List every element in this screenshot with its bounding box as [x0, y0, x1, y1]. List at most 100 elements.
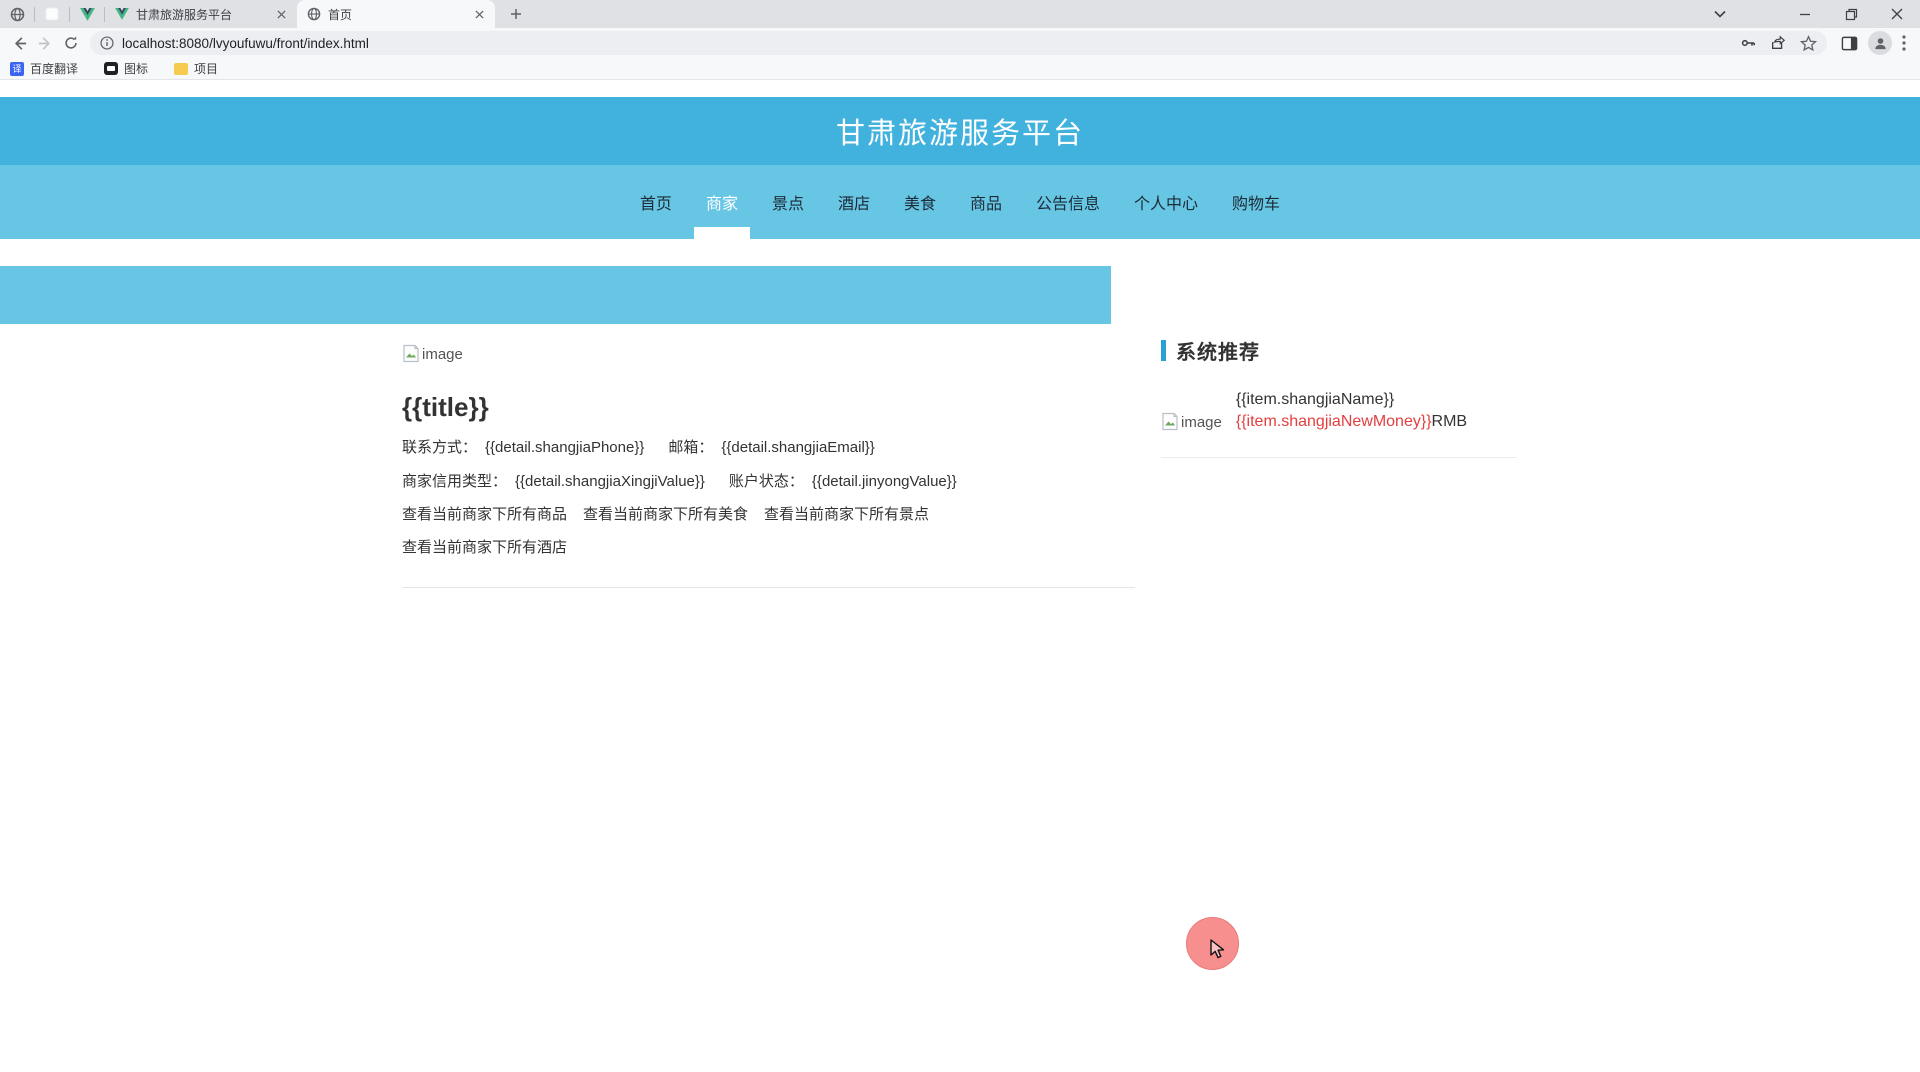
email-value: {{detail.shangjiaEmail}}	[721, 439, 875, 456]
bookmark-baidu-translate[interactable]: 译 百度翻译	[10, 60, 78, 77]
media-icon	[104, 62, 119, 75]
nav-item-hotel[interactable]: 酒店	[821, 165, 887, 239]
recommend-item-price-line: {{item.shangjiaNewMoney}}RMB	[1236, 413, 1467, 431]
tab-close-icon[interactable]	[471, 6, 487, 22]
omnibox-icons	[1740, 34, 1817, 52]
nav-item-cart[interactable]: 购物车	[1215, 165, 1297, 239]
banner-strip	[0, 266, 1111, 324]
pinned-tab-globe[interactable]	[0, 0, 34, 28]
credit-line: 商家信用类型： {{detail.shangjiaXingjiValue}} 账户状…	[402, 470, 1135, 491]
profile-avatar[interactable]	[1868, 31, 1892, 55]
main-navigation: 首页 商家 景点 酒店 美食 商品 公告信息 个人中心 购物车	[0, 165, 1920, 239]
tab-title: 甘肃旅游服务平台	[136, 7, 233, 22]
tab-separator	[69, 6, 70, 22]
merchant-detail-panel: image {{title}} 联系方式： {{detail.shangjiaPh…	[402, 344, 1135, 588]
recommend-item-name[interactable]: {{item.shangjiaName}}	[1236, 391, 1467, 409]
nav-item-profile[interactable]: 个人中心	[1117, 165, 1215, 239]
bookmark-icons[interactable]: 图标	[104, 60, 148, 77]
nav-item-home[interactable]: 首页	[623, 165, 689, 239]
recommend-panel: 系统推荐 image {{item.shangjiaName}} {{item.…	[1161, 336, 1519, 458]
merchant-title-placeholder: {{title}}	[402, 392, 489, 422]
recommend-heading-row: 系统推荐	[1161, 336, 1519, 365]
image-alt-text: image	[422, 346, 463, 363]
content-divider	[402, 587, 1135, 588]
tab-separator	[34, 6, 35, 22]
status-value: {{detail.jinyongValue}}	[811, 473, 957, 490]
tab-search-button[interactable]	[1703, 0, 1737, 28]
link-all-hotels[interactable]: 查看当前商家下所有酒店	[402, 539, 567, 556]
menu-dots-icon[interactable]	[1902, 35, 1906, 51]
bookmark-project[interactable]: 项目	[174, 60, 218, 77]
minimize-button[interactable]	[1782, 0, 1828, 28]
price-placeholder: {{item.shangjiaNewMoney}}	[1235, 413, 1432, 430]
status-label: 账户状态：	[728, 473, 804, 490]
tab-home-active[interactable]: 首页	[297, 0, 495, 28]
recommend-item-texts: {{item.shangjiaName}} {{item.shangjiaNew…	[1236, 391, 1467, 431]
url-text[interactable]: localhost:8080/lvyoufuwu/front/index.htm…	[122, 36, 1732, 51]
bookmark-label: 百度翻译	[30, 62, 79, 76]
new-tab-button[interactable]	[503, 1, 529, 27]
phone-value: {{detail.shangjiaPhone}}	[485, 439, 645, 456]
nav-item-scenic[interactable]: 景点	[755, 165, 821, 239]
password-key-icon[interactable]	[1740, 35, 1756, 51]
tab-gansu-platform[interactable]: 甘肃旅游服务平台	[105, 0, 297, 28]
pinned-tab-blank[interactable]	[35, 0, 69, 28]
address-bar[interactable]: localhost:8080/lvyoufuwu/front/index.htm…	[90, 31, 1827, 55]
image-alt-text: image	[1181, 414, 1222, 431]
blank-page-icon	[45, 7, 59, 21]
recommend-divider	[1161, 457, 1517, 458]
accent-bar	[1161, 340, 1166, 361]
currency-label: RMB	[1431, 413, 1468, 430]
close-window-button[interactable]	[1874, 0, 1920, 28]
nav-item-goods[interactable]: 商品	[953, 165, 1019, 239]
recommend-item[interactable]: image {{item.shangjiaName}} {{item.shang…	[1161, 391, 1519, 431]
bookmarks-bar: 译 百度翻译 图标 项目	[0, 58, 1920, 80]
phone-label: 联系方式：	[402, 439, 478, 456]
bookmark-label: 项目	[194, 62, 219, 76]
click-highlight-circle	[1186, 917, 1239, 970]
broken-image-icon	[403, 344, 419, 363]
vue-logo-icon	[79, 7, 95, 21]
tab-strip: 甘肃旅游服务平台 首页	[0, 0, 1920, 28]
browser-toolbar: localhost:8080/lvyoufuwu/front/index.htm…	[0, 28, 1920, 58]
back-button[interactable]	[6, 30, 32, 56]
credit-value: {{detail.shangjiaXingjiValue}}	[515, 473, 705, 490]
contact-line: 联系方式： {{detail.shangjiaPhone}} 邮箱： {{detail…	[402, 436, 1135, 457]
recommend-heading: 系统推荐	[1176, 342, 1260, 364]
recommend-image-broken: image	[1161, 391, 1222, 431]
restore-button[interactable]	[1828, 0, 1874, 28]
toolbar-right	[1833, 31, 1914, 55]
link-all-scenic[interactable]: 查看当前商家下所有景点	[764, 506, 929, 523]
merchant-links-row: 查看当前商家下所有商品 查看当前商家下所有美食 查看当前商家下所有景点	[402, 503, 1135, 524]
email-label: 邮箱：	[668, 439, 714, 456]
link-all-food[interactable]: 查看当前商家下所有美食	[583, 506, 748, 523]
refresh-button[interactable]	[58, 30, 84, 56]
page-content: 甘肃旅游服务平台 首页 商家 景点 酒店 美食 商品 公告信息 个人中心 购物车…	[0, 97, 1920, 1072]
tab-separator	[104, 6, 105, 22]
nav-item-merchant[interactable]: 商家	[689, 165, 755, 239]
nav-item-announcements[interactable]: 公告信息	[1019, 165, 1117, 239]
globe-icon	[10, 7, 25, 22]
bookmark-star-icon[interactable]	[1800, 34, 1817, 52]
nav-item-food[interactable]: 美食	[887, 165, 953, 239]
tab-title: 首页	[328, 7, 353, 22]
share-icon[interactable]	[1770, 35, 1786, 51]
folder-icon	[174, 62, 189, 75]
site-title: 甘肃旅游服务平台	[835, 118, 1084, 150]
forward-button[interactable]	[32, 30, 58, 56]
link-all-goods[interactable]: 查看当前商家下所有商品	[402, 506, 567, 523]
tab-close-icon[interactable]	[273, 6, 289, 22]
broken-image-icon	[1162, 412, 1178, 431]
vue-logo-icon	[115, 8, 129, 20]
window-controls	[1703, 0, 1920, 28]
side-panel-icon[interactable]	[1841, 35, 1858, 52]
credit-label: 商家信用类型：	[402, 473, 508, 490]
page-info-icon[interactable]	[100, 36, 114, 50]
pinned-tab-vue[interactable]	[70, 0, 104, 28]
mouse-cursor-icon	[1210, 939, 1225, 959]
site-header: 甘肃旅游服务平台	[0, 97, 1920, 165]
baidu-translate-icon: 译	[10, 61, 24, 76]
merchant-image-broken: image	[402, 344, 463, 363]
merchant-links-row2: 查看当前商家下所有酒店	[402, 536, 1135, 557]
bookmark-label: 图标	[124, 62, 149, 76]
